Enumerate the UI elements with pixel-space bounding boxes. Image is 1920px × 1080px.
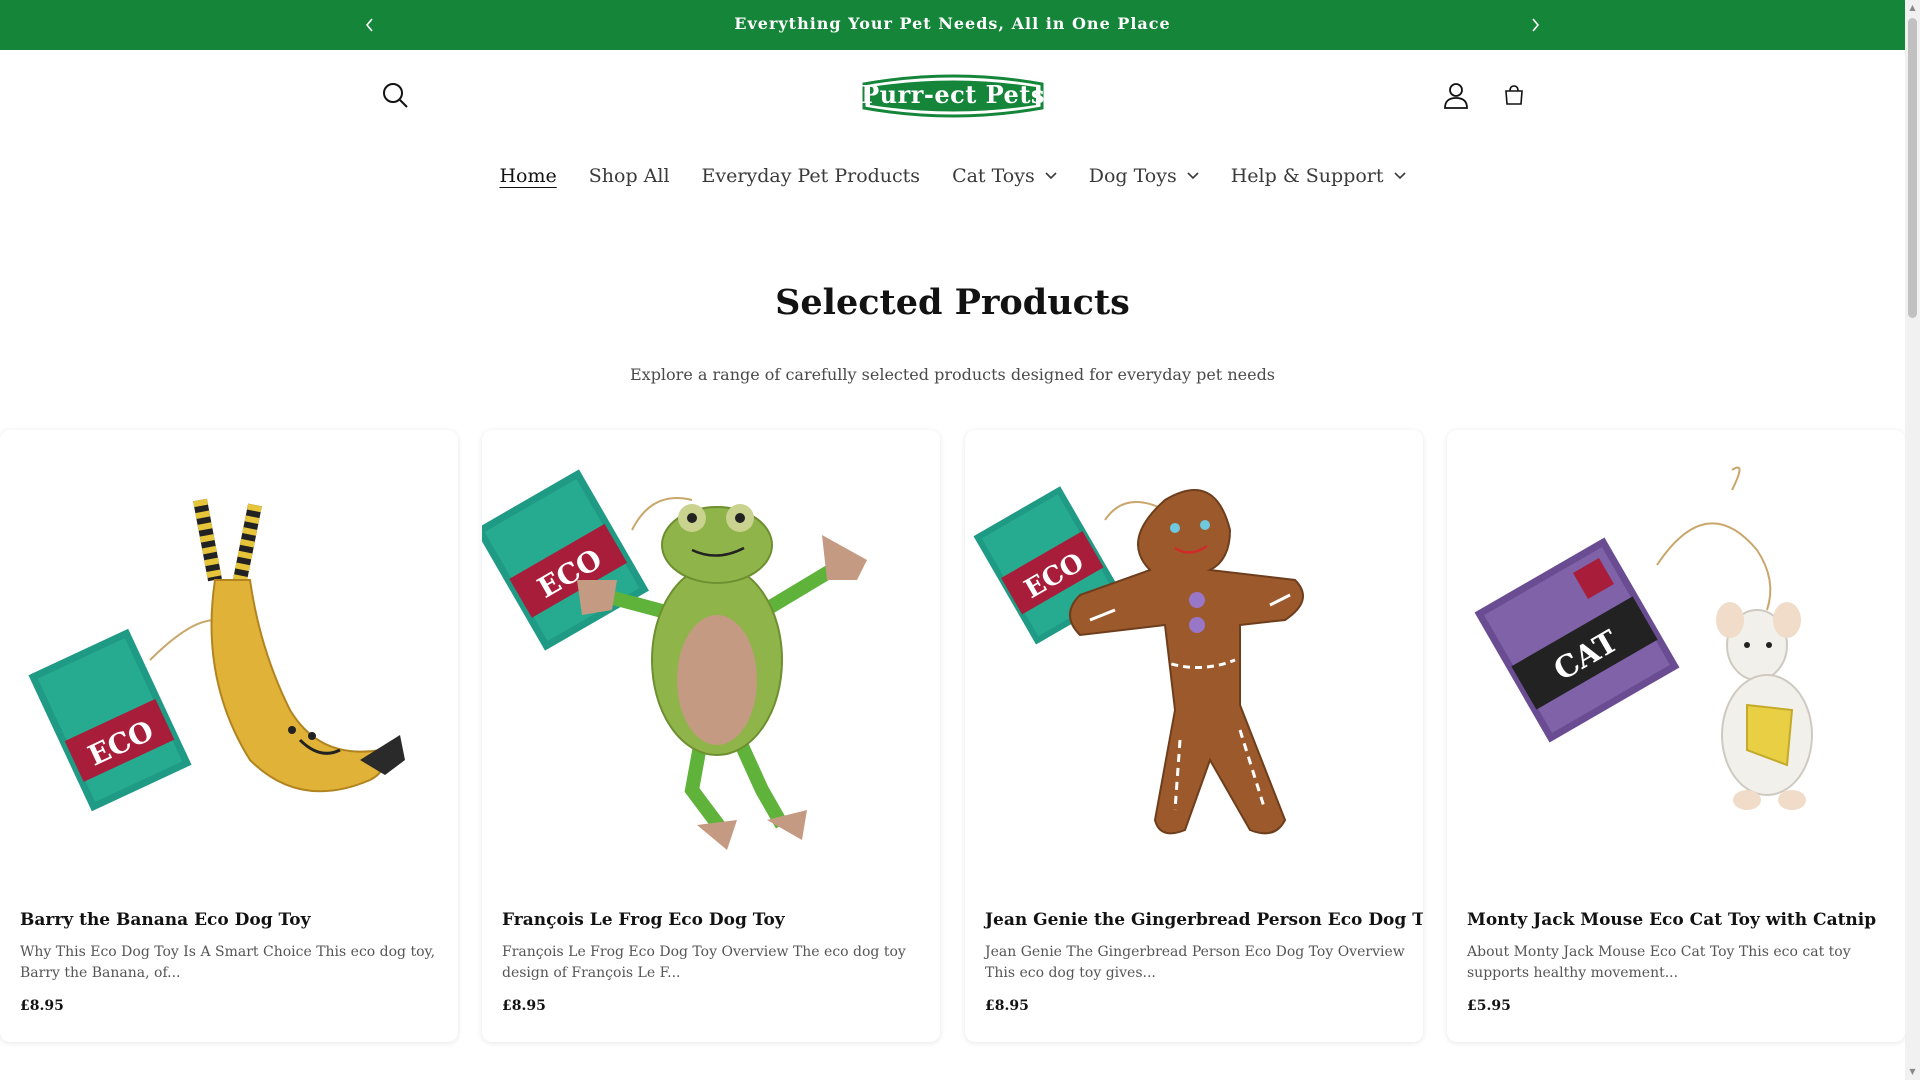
nav-item-home[interactable]: Home [483, 158, 572, 194]
nav-item-help-support[interactable]: Help & Support [1215, 158, 1422, 194]
section-subtitle: Explore a range of carefully selected pr… [629, 365, 1276, 384]
product-title[interactable]: Barry the Banana Eco Dog Toy [20, 910, 442, 930]
chevron-down-icon [1393, 172, 1406, 180]
nav-item-everyday-pet-products[interactable]: Everyday Pet Products [686, 158, 937, 194]
nav-item-label: Everyday Pet Products [701, 165, 921, 187]
product-price: £8.95 [985, 998, 1029, 1014]
scrollbar-thumb[interactable] [1908, 18, 1917, 318]
nav-item-label: Cat Toys [952, 165, 1035, 187]
account-icon [1444, 83, 1468, 109]
announcement-bar: Everything Your Pet Needs, All in One Pl… [0, 0, 1905, 50]
product-title[interactable]: Monty Jack Mouse Eco Cat Toy with Catnip [1467, 910, 1889, 930]
product-description: Why This Eco Dog Toy Is A Smart Choice T… [20, 944, 436, 981]
site-logo[interactable]: Purr-ect Pets [858, 70, 1048, 122]
product-price: £8.95 [502, 998, 546, 1014]
account-button[interactable] [1436, 75, 1476, 115]
nav-item-label: Home [499, 165, 557, 187]
nav-item-cat-toys[interactable]: Cat Toys [936, 158, 1073, 194]
product-image-gingerbread[interactable]: ECO [965, 430, 1423, 870]
announcement-next-button[interactable] [1523, 13, 1547, 37]
nav-item-label: Shop All [588, 165, 670, 187]
nav-item-label: Help & Support [1230, 165, 1384, 187]
logo-text: Purr-ect Pets [861, 80, 1045, 109]
product-card[interactable]: ECO Barry the Banana Eco Dog Toy Why Thi… [0, 430, 458, 1042]
product-price: £8.95 [20, 998, 64, 1014]
chevron-right-icon [1532, 18, 1540, 32]
product-image-mouse[interactable]: CAT [1447, 430, 1905, 870]
search-icon [383, 83, 408, 108]
product-description: François Le Frog Eco Dog Toy Overview Th… [502, 944, 906, 981]
nav-item-shop-all[interactable]: Shop All [573, 158, 686, 194]
product-card[interactable]: ECO Jean Genie the Gingerbread Person Ec… [965, 430, 1423, 1042]
chevron-down-icon [1187, 172, 1199, 180]
product-grid: ECO Barry the Banana Eco Dog Toy Why Thi… [0, 430, 1905, 1042]
product-image-banana[interactable]: ECO [0, 430, 458, 870]
chevron-down-icon [1045, 172, 1057, 180]
product-title[interactable]: François Le Frog Eco Dog Toy [502, 910, 924, 930]
cart-button[interactable] [1494, 75, 1534, 115]
main-nav: Home Shop All Everyday Pet Products Cat … [0, 158, 1905, 194]
announcement-message: Everything Your Pet Needs, All in One Pl… [734, 14, 1171, 33]
product-description: Jean Genie The Gingerbread Person Eco Do… [985, 944, 1405, 981]
nav-item-label: Dog Toys [1088, 165, 1177, 187]
product-image-frog[interactable]: ECO [482, 430, 940, 870]
search-button[interactable] [375, 75, 415, 115]
product-title[interactable]: Jean Genie the Gingerbread Person Eco Do… [985, 910, 1423, 930]
section-title: Selected Products [775, 282, 1130, 323]
product-card[interactable]: ECO François Le Frog Eco Dog Toy Françoi… [482, 430, 940, 1042]
product-description: About Monty Jack Mouse Eco Cat Toy This … [1467, 944, 1851, 981]
product-price: £5.95 [1467, 998, 1511, 1014]
nav-item-dog-toys[interactable]: Dog Toys [1073, 158, 1215, 194]
scroll-up-icon[interactable]: ▲ [1908, 3, 1917, 13]
page-scrollbar[interactable]: ▲ ▼ [1905, 0, 1920, 1080]
scroll-down-icon[interactable]: ▼ [1908, 1067, 1917, 1077]
cart-icon [1505, 85, 1523, 105]
product-card[interactable]: CAT Monty Jack Mouse Eco Cat Toy with Ca… [1447, 430, 1905, 1042]
